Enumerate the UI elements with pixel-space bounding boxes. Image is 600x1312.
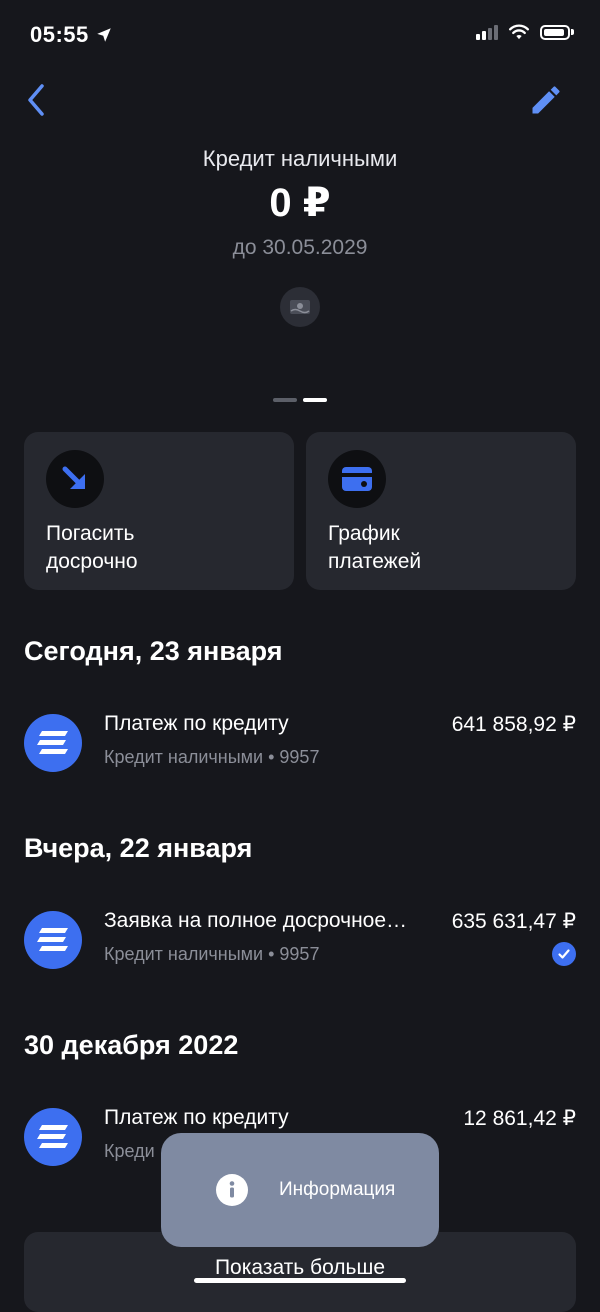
section-title-today: Сегодня, 23 января <box>24 636 283 666</box>
bank-logo-icon <box>24 1108 82 1166</box>
cash-icon <box>290 300 310 314</box>
transaction-title: Платеж по кредиту <box>104 712 289 735</box>
transaction-amount: 641 858,92 ₽ <box>451 713 576 736</box>
show-more-label: Показать больше <box>214 1256 386 1279</box>
info-icon <box>216 1174 248 1206</box>
balance-amount: 0 ₽ <box>269 181 331 225</box>
wifi-icon <box>508 24 530 40</box>
chevron-left-icon <box>28 84 44 116</box>
payment-schedule-label: График платежей <box>328 522 422 573</box>
page-indicator <box>273 398 327 402</box>
transaction-amount: 12 861,42 ₽ <box>463 1107 576 1130</box>
early-repayment-label: Погасить досрочно <box>46 522 138 573</box>
transaction-subtitle: Кредит наличными • 9957 <box>104 944 320 964</box>
battery-icon <box>540 24 574 40</box>
info-toast[interactable]: Информация <box>161 1133 439 1247</box>
transaction-subtitle: Креди <box>104 1141 155 1161</box>
section-title-december: 30 декабря 2022 <box>24 1030 239 1060</box>
edit-button[interactable] <box>528 82 564 118</box>
transaction-title: Платеж по кредиту <box>104 1106 289 1129</box>
status-time: 05:55 <box>30 22 113 48</box>
early-repayment-button[interactable]: Погасить досрочно <box>24 432 294 590</box>
page-dot <box>273 398 297 402</box>
status-indicators <box>476 24 574 40</box>
bank-logo-icon <box>24 714 82 772</box>
pencil-icon <box>532 86 560 114</box>
back-button[interactable] <box>20 80 56 120</box>
location-arrow-icon <box>97 28 112 42</box>
arrow-down-right-icon <box>46 450 104 508</box>
check-icon <box>552 942 576 966</box>
page-dot-active <box>303 398 327 402</box>
bank-logo-icon <box>24 911 82 969</box>
transaction-subtitle: Кредит наличными • 9957 <box>104 747 320 767</box>
toast-text: Информация <box>279 1179 396 1200</box>
card-icon <box>328 450 386 508</box>
product-name: Кредит наличными <box>202 146 398 171</box>
signal-icon <box>476 24 498 40</box>
due-date: до 30.05.2029 <box>232 236 368 259</box>
home-indicator <box>194 1278 406 1283</box>
section-title-yesterday: Вчера, 22 января <box>24 833 253 863</box>
product-logo <box>280 287 320 327</box>
transaction-row[interactable]: Платеж по кредиту Кредит наличными • 995… <box>0 700 600 780</box>
transaction-title: Заявка на полное досрочное… <box>104 909 408 932</box>
transaction-amount: 635 631,47 ₽ <box>451 910 576 933</box>
transaction-row[interactable]: Заявка на полное досрочное… Кредит налич… <box>0 897 600 977</box>
payment-schedule-button[interactable]: График платежей <box>306 432 576 590</box>
